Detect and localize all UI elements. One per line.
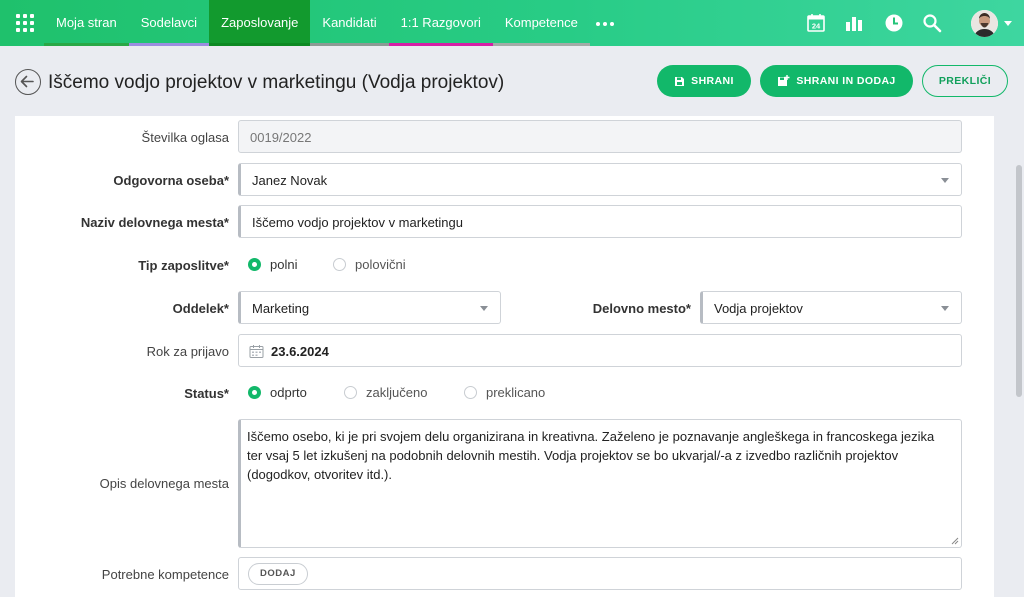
deadline-label: Rok za prijavo [146, 344, 229, 359]
add-competence-button[interactable]: DODAJ [248, 563, 308, 585]
bar-chart-icon[interactable] [844, 13, 864, 33]
nav-item-sodelavci[interactable]: Sodelavci [128, 0, 210, 46]
nav-item-label: 1:1 Razgovori [400, 15, 481, 30]
cancel-button[interactable]: PREKLIČI [922, 65, 1008, 97]
top-navigation-bar: Moja stran Sodelavci Zaposlovanje Kandid… [0, 0, 1024, 46]
chevron-down-icon[interactable] [1004, 21, 1012, 26]
radio-label: preklicano [486, 385, 546, 400]
save-and-add-button[interactable]: SHRANI IN DODAJ [760, 65, 913, 97]
radio-dot [464, 386, 477, 399]
competences-field: DODAJ [238, 557, 962, 590]
nav-item-label: Zaposlovanje [221, 15, 299, 30]
save-icon [675, 76, 685, 86]
ad-number-field: 0019/2022 [238, 120, 962, 153]
back-button[interactable] [15, 69, 41, 95]
job-title-label: Naziv delovnega mesta* [80, 215, 229, 230]
ellipsis-icon[interactable] [590, 0, 620, 46]
chevron-down-icon [941, 178, 949, 183]
apps-grid-icon[interactable] [16, 14, 34, 32]
employment-type-label: Tip zaposlitve* [138, 258, 229, 273]
nav-item-label: Kompetence [504, 15, 578, 30]
radio-dot [344, 386, 357, 399]
nav-item-zaposlovanje[interactable]: Zaposlovanje [209, 0, 311, 46]
ad-number-value: 0019/2022 [250, 130, 312, 145]
save-add-icon [778, 75, 790, 86]
main-nav: Moja stran Sodelavci Zaposlovanje Kandid… [44, 0, 620, 46]
status-label: Status* [184, 386, 229, 401]
job-title-value: Iščemo vodjo projektov v marketingu [252, 215, 463, 230]
deadline-date-input[interactable]: 23.6.2024 [238, 334, 962, 367]
resize-handle-icon[interactable] [951, 537, 959, 545]
calendar-icon[interactable]: 24 [806, 13, 826, 33]
responsible-label: Odgovorna oseba* [113, 173, 229, 188]
job-title-input[interactable]: Iščemo vodjo projektov v marketingu [238, 205, 962, 238]
chevron-down-icon [941, 306, 949, 311]
nav-item-label: Moja stran [56, 15, 117, 30]
chevron-down-icon [480, 306, 488, 311]
toolbar-icons: 24 [794, 0, 1024, 46]
radio-label: odprto [270, 385, 307, 400]
radio-dot [248, 386, 261, 399]
radio-label: polni [270, 257, 298, 272]
responsible-value: Janez Novak [252, 173, 328, 188]
calendar-icon [249, 345, 264, 358]
save-button-label: SHRANI [691, 75, 734, 87]
responsible-select[interactable]: Janez Novak [238, 163, 962, 196]
department-label: Oddelek* [172, 301, 229, 316]
nav-item-razgovori[interactable]: 1:1 Razgovori [388, 0, 493, 46]
cancel-button-label: PREKLIČI [938, 75, 992, 87]
department-value: Marketing [252, 301, 310, 316]
search-icon[interactable] [922, 13, 942, 33]
save-and-add-label: SHRANI IN DODAJ [796, 75, 896, 87]
radio-dot [333, 258, 346, 271]
radio-polni[interactable]: polni [248, 257, 297, 272]
clock-icon[interactable] [884, 13, 904, 33]
competences-label: Potrebne kompetence [101, 567, 229, 582]
calendar-day: 24 [812, 22, 821, 31]
nav-item-kandidati[interactable]: Kandidati [310, 0, 389, 46]
position-value: Vodja projektov [714, 301, 803, 316]
radio-preklicano[interactable]: preklicano [464, 385, 545, 400]
description-text: Iščemo osebo, ki je pri svojem delu orga… [247, 429, 935, 482]
position-label: Delovno mesto* [592, 301, 691, 316]
nav-item-label: Kandidati [322, 15, 377, 30]
nav-item-moja-stran[interactable]: Moja stran [44, 0, 129, 46]
radio-polovicni[interactable]: polovični [333, 257, 406, 272]
avatar[interactable] [971, 10, 998, 37]
nav-item-label: Sodelavci [140, 15, 198, 30]
radio-dot [248, 258, 261, 271]
scrollbar-thumb[interactable] [1016, 165, 1022, 397]
radio-odprto[interactable]: odprto [248, 385, 307, 400]
deadline-value: 23.6.2024 [271, 344, 329, 359]
position-select[interactable]: Vodja projektov [700, 291, 962, 324]
save-button[interactable]: SHRANI [657, 65, 751, 97]
department-select[interactable]: Marketing [238, 291, 501, 324]
description-label: Opis delovnega mesta [99, 476, 229, 491]
nav-item-kompetence[interactable]: Kompetence [492, 0, 590, 46]
radio-zakljuceno[interactable]: zaključeno [344, 385, 427, 400]
ad-number-label: Številka oglasa [141, 130, 229, 145]
page-title: Iščemo vodjo projektov v marketingu (Vod… [48, 72, 505, 93]
arrow-left-icon [20, 75, 34, 88]
page-header: Iščemo vodjo projektov v marketingu (Vod… [0, 46, 1024, 116]
radio-label: zaključeno [366, 385, 428, 400]
radio-label: polovični [355, 257, 406, 272]
description-textarea[interactable]: Iščemo osebo, ki je pri svojem delu orga… [238, 419, 962, 548]
